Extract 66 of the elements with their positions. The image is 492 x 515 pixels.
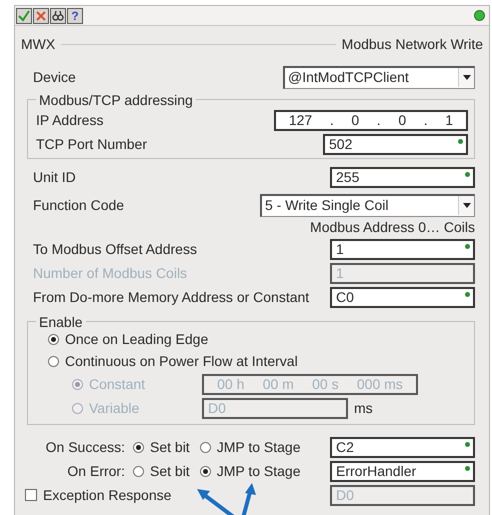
field-label: To Modbus Offset Address — [33, 240, 198, 258]
radio-label: JMP to Stage — [216, 438, 300, 457]
dialog-title: Modbus Network Write — [342, 35, 483, 54]
field-label: Unit ID — [33, 168, 77, 186]
valid-dot — [465, 244, 470, 248]
radio-label: Constant — [89, 374, 146, 394]
radio-button[interactable] — [200, 466, 211, 476]
radio-label: Set bit — [150, 462, 190, 480]
binoculars-icon — [52, 10, 64, 22]
caret-icon — [462, 203, 470, 208]
outcome-label: On Error: — [66, 462, 125, 480]
radio-button[interactable] — [133, 442, 144, 452]
valid-dot — [465, 442, 470, 446]
radio-button[interactable] — [48, 356, 59, 366]
unit-label: ms — [354, 398, 373, 418]
input-field[interactable]: 255 — [330, 166, 475, 188]
ip-separator: . — [330, 112, 334, 128]
input-field[interactable]: ErrorHandler — [330, 460, 475, 482]
annotation-arrow — [197, 489, 236, 515]
input-field[interactable]: C0 — [330, 286, 475, 308]
radio-label: JMP to Stage — [216, 462, 300, 481]
outcome-label: On Success: — [44, 438, 125, 456]
close-icon — [35, 10, 47, 22]
caret-icon — [462, 75, 470, 80]
radio-button[interactable] — [133, 466, 144, 476]
interval-part: 000 ms — [356, 376, 403, 392]
radio-label: Continuous on Power Flow at Interval — [65, 352, 298, 370]
ip-octet: 0 — [351, 112, 360, 128]
check-icon — [18, 10, 30, 22]
checkbox-label: Exception Response — [43, 486, 172, 505]
dialog-code: MWX — [21, 35, 56, 54]
status-light — [474, 10, 485, 21]
field-label: Function Code — [33, 196, 126, 214]
ip-octet: 0 — [398, 112, 406, 128]
interval-part: 00 s — [312, 376, 339, 392]
valid-dot — [465, 292, 470, 296]
ip-separator: . — [376, 112, 381, 128]
interval-part: 00 m — [262, 376, 294, 392]
input-field[interactable]: 1 — [330, 238, 475, 260]
field-label: TCP Port Number — [36, 134, 148, 154]
radio-button[interactable] — [200, 442, 211, 452]
device-dropdown[interactable]: @IntModTCPClient — [283, 66, 475, 88]
address-hint: Modbus Address 0… Coils — [310, 218, 475, 236]
valid-dot — [458, 138, 463, 144]
radio-button[interactable] — [48, 334, 59, 344]
ip-separator: . — [424, 112, 428, 128]
field-label: IP Address — [36, 110, 104, 130]
field-label: From Do-more Memory Address or Constant — [33, 288, 310, 307]
input-field[interactable]: C2 — [330, 436, 475, 458]
field-label: Number of Modbus Coils — [33, 264, 188, 282]
valid-dot — [465, 466, 470, 470]
interval-part: 00 h — [217, 376, 244, 392]
function-code-dropdown[interactable]: 5 - Write Single Coil — [260, 194, 475, 216]
ok-button[interactable] — [16, 8, 32, 24]
ip-octet: 1 — [445, 112, 454, 128]
valid-dot — [465, 172, 470, 176]
field-label: Device — [33, 68, 77, 86]
input-field[interactable]: 502 — [323, 134, 468, 154]
annotation-arrow — [241, 483, 256, 515]
help-button[interactable]: ? — [67, 8, 83, 24]
ip-address-field[interactable]: 127 . 0 . 0 . 1 — [274, 110, 468, 130]
find-button[interactable] — [50, 8, 66, 24]
radio-label: Set bit — [150, 438, 190, 456]
radio-label: Variable — [89, 398, 140, 418]
cancel-button[interactable] — [33, 8, 49, 24]
ip-octet: 127 — [288, 112, 312, 128]
